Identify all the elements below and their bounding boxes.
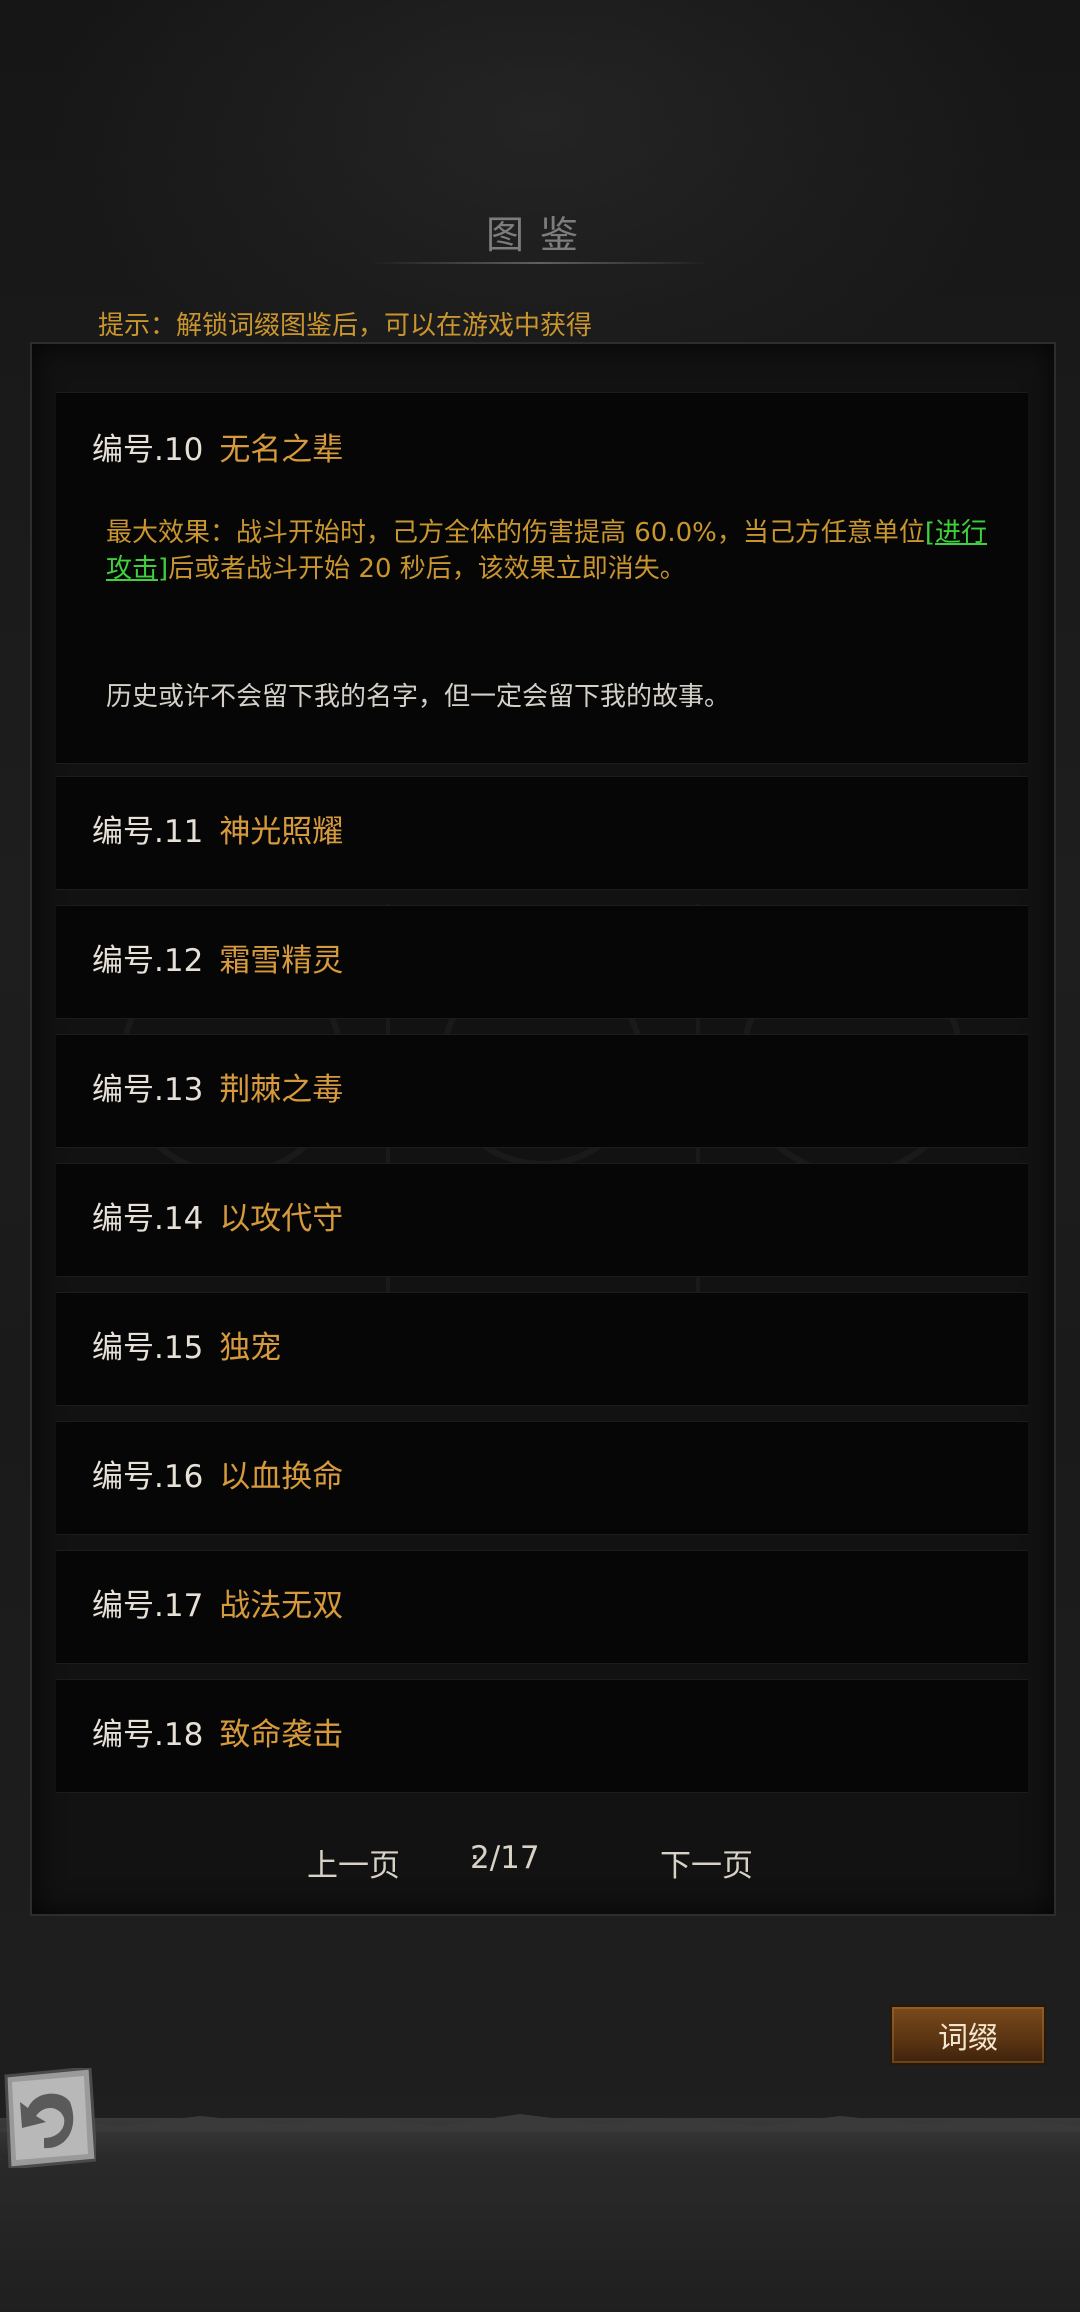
entry-header: 编号.13 荆棘之毒 [92,1075,343,1106]
next-page-button[interactable]: 下一页 [660,1840,753,1885]
codex-entry[interactable]: 编号.11 神光照耀 [56,776,1028,890]
codex-entry[interactable]: 编号.17 战法无双 [56,1550,1028,1664]
entry-effect: 最大效果：战斗开始时，己方全体的伤害提高 60.0%，当己方任意单位[进行攻击]… [106,515,1006,587]
entry-name: 荆棘之毒 [219,1072,344,1108]
entry-name: 致命袭击 [219,1717,344,1753]
back-button[interactable] [0,2066,98,2170]
dot-icon: · [470,1840,480,1876]
entry-header: 编号.10 无名之辈 [92,435,343,466]
entry-number: 编号.14 [92,1201,204,1237]
entry-number: 编号.11 [92,814,204,850]
entry-header: 编号.14 以攻代守 [92,1204,343,1235]
entry-number: 编号.10 [92,432,204,468]
title-divider [370,262,710,264]
codex-entry[interactable]: 编号.14 以攻代守 [56,1163,1028,1277]
effect-text-end: 后或者战斗开始 20 秒后，该效果立即消失。 [168,554,686,584]
entry-header: 编号.16 以血换命 [92,1462,343,1493]
codex-entry[interactable]: 编号.16 以血换命 [56,1421,1028,1535]
codex-entry[interactable]: 编号.18 致命袭击 [56,1679,1028,1793]
entry-name: 独宠 [219,1330,282,1366]
entry-number: 编号.18 [92,1717,204,1753]
entry-number: 编号.13 [92,1072,204,1108]
codex-entry[interactable]: 编号.12 霜雪精灵 [56,905,1028,1019]
page-title: 图鉴 [485,213,594,257]
ground-edge-decoration [0,2114,1080,2132]
entry-header: 编号.12 霜雪精灵 [92,946,343,977]
entry-header: 编号.11 神光照耀 [92,817,343,848]
entry-number: 编号.15 [92,1330,204,1366]
ground-decoration [0,2118,1080,2312]
codex-panel: 编号.10 无名之辈 最大效果：战斗开始时，己方全体的伤害提高 60.0%，当己方… [30,342,1056,1916]
entry-name: 以攻代守 [219,1201,344,1237]
entry-number: 编号.17 [92,1588,204,1624]
entry-name: 以血换命 [219,1459,344,1495]
codex-entry[interactable]: 编号.15 独宠 [56,1292,1028,1406]
page-number: 2/17 [470,1840,540,1876]
entry-number: 编号.12 [92,943,204,979]
entry-header: 编号.15 独宠 [92,1333,281,1364]
effect-text: 最大效果：战斗开始时，己方全体的伤害提高 60.0%，当己方任意单位 [106,518,925,548]
entry-name: 神光照耀 [219,814,344,850]
back-arrow-icon [4,2066,98,2170]
hint-text: 提示：解锁词缀图鉴后，可以在游戏中获得 [98,311,593,341]
entry-story: 历史或许不会留下我的名字，但一定会留下我的故事。 [106,682,731,712]
entry-number: 编号.16 [92,1459,204,1495]
entry-name: 霜雪精灵 [219,943,344,979]
affix-tab-button[interactable]: 词缀 [890,2005,1046,2065]
entry-name: 战法无双 [219,1588,344,1624]
pagination: 上一页 · 2/17 · 下一页 [0,1840,1080,1900]
prev-page-button[interactable]: 上一页 [307,1840,400,1885]
entry-header: 编号.18 致命袭击 [92,1720,343,1751]
entry-header: 编号.17 战法无双 [92,1591,343,1622]
codex-entry-expanded[interactable]: 编号.10 无名之辈 最大效果：战斗开始时，己方全体的伤害提高 60.0%，当己方… [56,392,1028,764]
affix-tab-label: 词缀 [938,2021,998,2056]
codex-entry[interactable]: 编号.13 荆棘之毒 [56,1034,1028,1148]
entry-name: 无名之辈 [219,432,344,468]
